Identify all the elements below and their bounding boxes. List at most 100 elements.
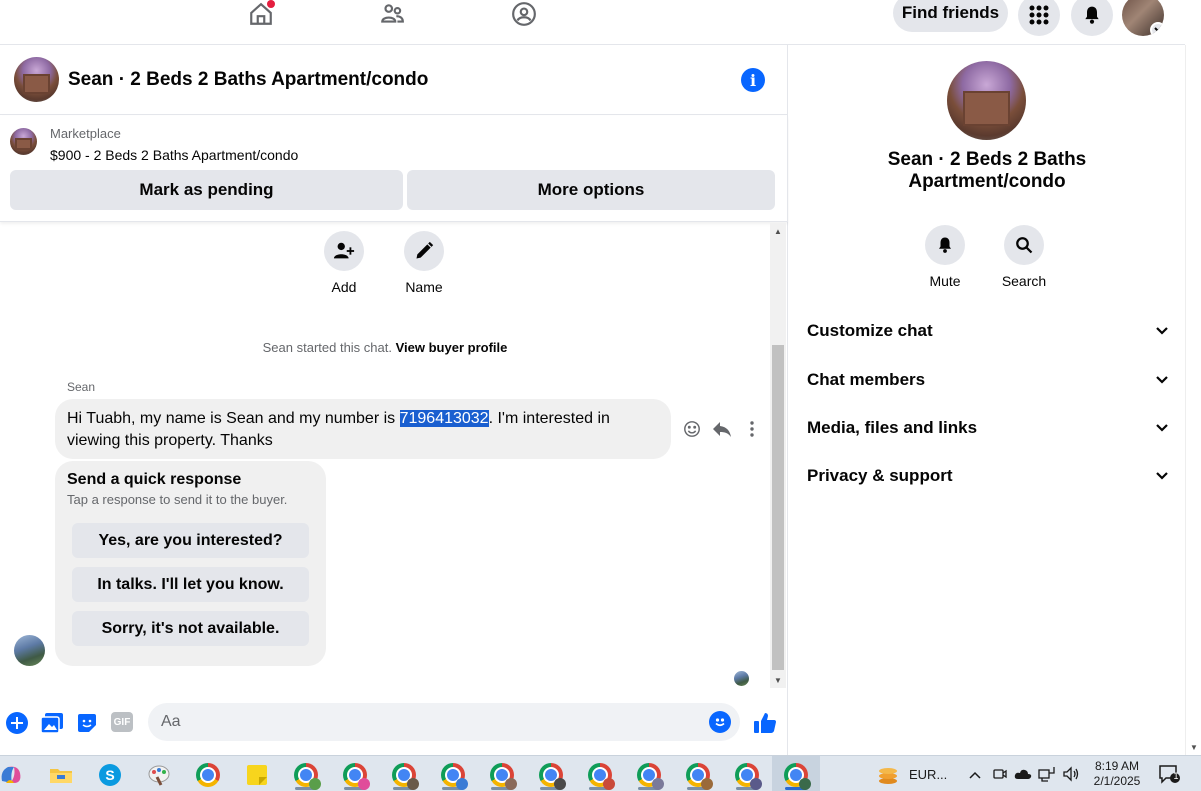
details-listing-avatar[interactable] [947,61,1026,140]
privacy-support-section[interactable]: Privacy & support [807,461,1169,491]
scroll-down-arrow-icon[interactable]: ▼ [1186,741,1201,753]
search-label: Search [1001,273,1047,289]
search-action[interactable]: Search [989,225,1059,289]
view-buyer-profile-link[interactable]: View buyer profile [396,340,508,355]
chrome-active-window-icon[interactable] [784,763,811,790]
thumbs-up-icon[interactable] [752,710,778,736]
listing-price-title[interactable]: $900 - 2 Beds 2 Baths Apartment/condo [50,147,298,163]
menu-grid-icon[interactable] [1018,0,1060,36]
name-label: Name [405,279,443,295]
chevron-down-icon [1156,472,1168,480]
plus-circle-icon[interactable] [6,712,28,734]
section-label: Media, files and links [807,418,978,437]
chrome-profile-icon[interactable] [637,763,664,790]
quick-response-subtitle: Tap a response to send it to the buyer. [67,492,288,507]
groups-icon[interactable] [510,0,538,28]
mute-label: Mute [929,273,961,289]
skype-icon[interactable]: S [98,763,122,787]
notifications-bell-icon[interactable] [1071,0,1113,36]
pencil-icon [404,231,444,271]
currency-stack-icon[interactable] [876,763,900,787]
meeting-icon[interactable] [992,766,1008,782]
gif-button[interactable]: GIF [111,712,133,732]
scrollbar-thumb[interactable] [772,345,784,670]
quick-response-option[interactable]: Sorry, it's not available. [72,611,309,646]
page-scrollbar[interactable]: ▼ [1185,45,1201,755]
message-scrollbar[interactable]: ▲ ▼ [770,223,786,688]
chevron-down-icon [1156,327,1168,335]
react-emoji-icon[interactable] [682,419,702,439]
system-clock[interactable]: 8:19 AM 2/1/2025 [1088,759,1146,789]
account-avatar[interactable] [1122,0,1164,36]
reply-icon[interactable] [712,419,732,439]
chrome-profile-icon[interactable] [588,763,615,790]
svg-text:S: S [105,767,114,783]
listing-thumbnail[interactable] [10,128,37,155]
listing-avatar[interactable] [14,57,59,102]
more-options-button[interactable]: More options [407,170,775,210]
more-vertical-icon[interactable] [742,419,762,439]
media-files-links-section[interactable]: Media, files and links [807,413,1169,443]
mute-action[interactable]: Mute [910,225,980,289]
find-friends-button[interactable]: Find friends [893,0,1008,32]
notification-count: 1 [1173,771,1179,781]
emoji-icon[interactable] [709,711,731,733]
chat-members-section[interactable]: Chat members [807,365,1169,395]
sender-avatar[interactable] [14,635,45,666]
volume-icon[interactable] [1062,766,1080,782]
chrome-profile-icon[interactable] [686,763,713,790]
chat-details-panel: Sean · 2 Beds 2 Baths Apartment/condo Mu… [789,45,1185,755]
chevron-down-icon [1156,376,1168,384]
scroll-up-arrow-icon[interactable]: ▲ [770,225,786,237]
name-chat-action[interactable]: Name [384,231,464,295]
home-notification-dot [267,0,275,8]
chrome-profile-icon[interactable] [441,763,468,790]
section-label: Customize chat [807,321,933,340]
add-person-icon [324,231,364,271]
quick-response-option[interactable]: Yes, are you interested? [72,523,309,558]
sender-name: Sean [67,380,96,394]
chat-title[interactable]: Sean · 2 Beds 2 Baths Apartment/condo [68,69,428,91]
chevron-down-icon [1156,424,1168,432]
add-people-action[interactable]: Add [304,231,384,295]
chrome-profile-icon[interactable] [735,763,762,790]
quick-response-title: Send a quick response [67,471,242,488]
sticky-notes-icon[interactable] [245,763,269,787]
currency-tray-label[interactable]: EUR... [909,767,947,782]
top-navigation: Find friends [0,0,1185,45]
message-input[interactable] [148,703,740,741]
mark-as-pending-button[interactable]: Mark as pending [10,170,403,210]
chrome-profile-icon[interactable] [392,763,419,790]
chrome-profile-icon[interactable] [490,763,517,790]
photo-icon[interactable] [41,712,63,734]
onedrive-cloud-icon[interactable] [1014,767,1032,781]
chrome-icon[interactable] [196,763,220,787]
quick-response-option[interactable]: In talks. I'll let you know. [72,567,309,602]
notification-center-icon[interactable]: 1 [1158,764,1182,788]
read-receipt-avatar [734,671,749,686]
home-icon[interactable] [247,0,275,28]
file-explorer-icon[interactable] [49,763,73,787]
scroll-down-arrow-icon[interactable]: ▼ [770,674,786,686]
clock-date: 2/1/2025 [1093,774,1141,788]
chat-started-text: Sean started this chat. [262,340,392,355]
network-icon[interactable] [1038,766,1056,782]
clock-time: 8:19 AM [1094,759,1140,773]
chrome-profile-icon[interactable] [343,763,370,790]
chrome-profile-icon[interactable] [539,763,566,790]
message-bubble[interactable]: Hi Tuabh, my name is Sean and my number … [55,399,671,459]
message-list: Add Name Sean started this chat. View bu… [0,223,772,688]
quick-response-card: Send a quick response Tap a response to … [55,461,326,666]
sticker-icon[interactable] [76,712,98,734]
message-actions [682,419,762,439]
chevron-up-icon[interactable] [968,767,982,781]
friends-icon[interactable] [378,0,406,28]
chat-header: Sean · 2 Beds 2 Baths Apartment/condo i [0,45,788,115]
info-icon[interactable]: i [741,68,765,92]
customize-chat-section[interactable]: Customize chat [807,316,1169,346]
paint-icon[interactable] [147,763,171,787]
chat-started-notice: Sean started this chat. View buyer profi… [0,340,770,355]
copilot-icon[interactable] [0,763,22,787]
chrome-profile-icon[interactable] [294,763,321,790]
message-composer: GIF [0,700,788,745]
